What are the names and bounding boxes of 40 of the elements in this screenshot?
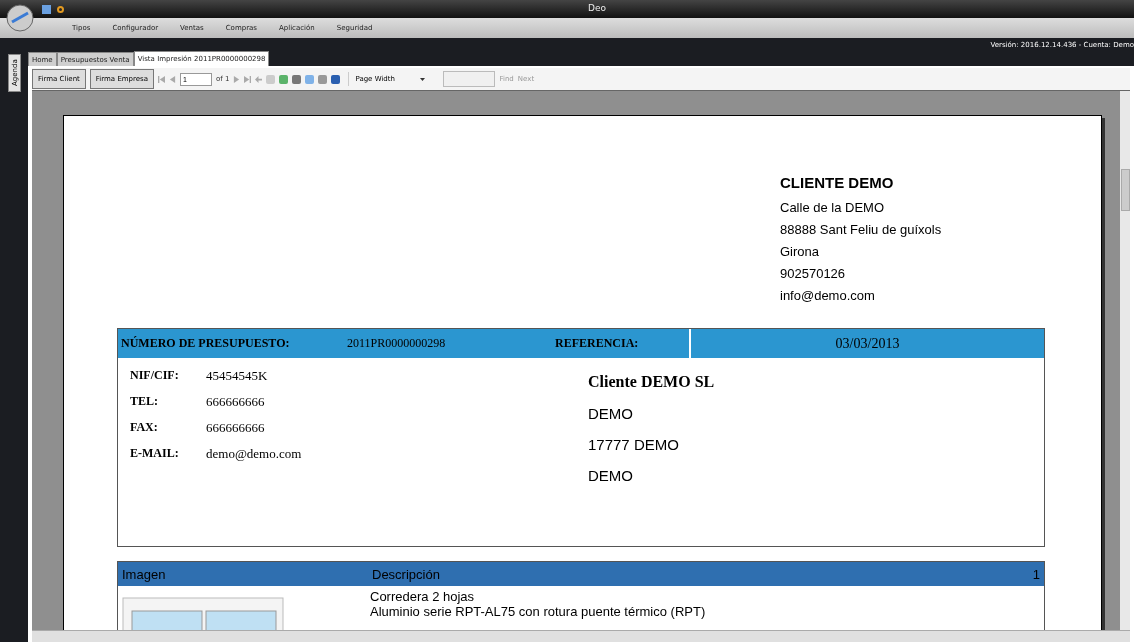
reference-label: REFERENCIA: — [554, 336, 640, 351]
previous-page-icon[interactable] — [169, 75, 177, 83]
find-field[interactable] — [443, 71, 496, 87]
caret-icon — [420, 77, 426, 81]
column-header: 1 — [1031, 566, 1040, 582]
contact-label: E-MAIL: — [130, 446, 180, 462]
item-description: Corredera 2 hojas — [370, 589, 476, 604]
item-description: Aluminio serie RPT-AL75 con rotura puente térmico (RPT) — [370, 604, 706, 619]
back-arrow-icon[interactable] — [255, 75, 263, 83]
client-address-line: Calle de la DEMO — [780, 200, 886, 215]
contact-value: 45454545K — [206, 368, 269, 384]
client-address-line: info@demo.com — [780, 288, 876, 303]
grid-icon[interactable] — [42, 4, 51, 14]
app-orb-icon[interactable] — [6, 4, 34, 32]
client-address-line: 902570126 — [780, 266, 847, 281]
contact-label: TEL: — [130, 394, 159, 410]
column-header: Descripción — [372, 566, 441, 582]
vertical-scrollbar[interactable] — [1120, 91, 1130, 630]
contact-value: 666666666 — [206, 420, 266, 436]
client-name: CLIENTE DEMO — [780, 174, 895, 191]
first-page-icon[interactable] — [158, 75, 166, 83]
contact-label: FAX: — [130, 420, 159, 436]
number-label: NÚMERO DE PRESUPUESTO: — [120, 336, 291, 351]
horizontal-scrollbar[interactable] — [32, 630, 1130, 642]
company-address-line: DEMO — [588, 467, 634, 484]
client-address-line: Girona — [780, 244, 821, 259]
contact-label: NIF/CIF: — [130, 368, 180, 384]
power-icon[interactable] — [57, 5, 64, 13]
last-page-icon[interactable] — [244, 75, 252, 83]
column-header: Imagen — [122, 566, 167, 582]
contact-value: 666666666 — [206, 394, 266, 410]
company-name: Cliente DEMO SL — [588, 373, 715, 391]
next-page-icon[interactable] — [233, 75, 241, 83]
client-address-line: 88888 Sant Feliu de guíxols — [780, 222, 943, 237]
contact-value: demo@demo.com — [206, 446, 303, 462]
window-title: Deo — [588, 3, 606, 13]
company-address-line: DEMO — [588, 405, 634, 422]
date-value: 03/03/2013 — [689, 329, 1044, 358]
number-value: 2011PR0000000298 — [347, 336, 447, 351]
company-address-line: 17777 DEMO — [588, 436, 680, 453]
